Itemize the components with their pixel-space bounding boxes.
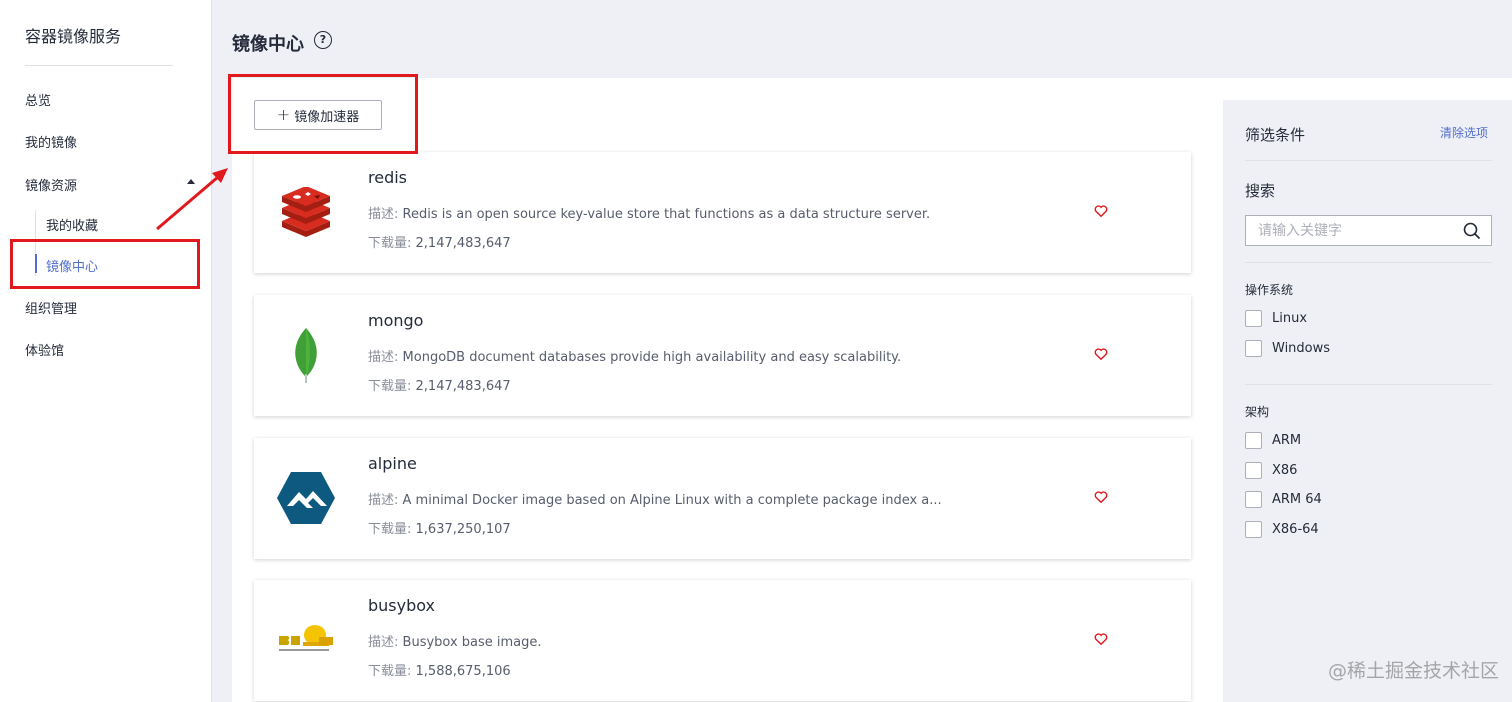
image-card-mongo[interactable]: mongo 描述: MongoDB document databases pro…: [254, 295, 1191, 416]
downloads-count: 2,147,483,647: [415, 379, 511, 394]
search-title: 搜索: [1245, 182, 1276, 200]
sidebar-item-image-resources[interactable]: 镜像资源: [25, 175, 77, 194]
search-icon[interactable]: [1463, 222, 1481, 240]
downloads-label: 下载量:: [368, 664, 412, 679]
sidebar: 容器镜像服务 总览 我的镜像 镜像资源 我的收藏 镜像中心 组织管理 体验馆: [0, 0, 212, 702]
watermark: @稀土掘金技术社区: [1328, 660, 1500, 682]
image-description: 描述: Busybox base image.: [368, 631, 542, 650]
heart-icon[interactable]: [1094, 204, 1108, 218]
option-label: Linux: [1272, 311, 1308, 326]
option-label: ARM: [1272, 433, 1302, 448]
downloads-label: 下载量:: [368, 236, 412, 251]
checkbox[interactable]: [1245, 310, 1262, 327]
option-label: X86: [1272, 463, 1298, 478]
arch-option-arm[interactable]: ARM: [1245, 432, 1301, 449]
image-description: 描述: A minimal Docker image based on Alpi…: [368, 489, 942, 508]
downloads-count: 1,637,250,107: [415, 522, 511, 537]
image-name[interactable]: mongo: [368, 311, 423, 330]
sidebar-item-experience-hall[interactable]: 体验馆: [25, 340, 64, 359]
checkbox[interactable]: [1245, 491, 1262, 508]
help-icon[interactable]: ?: [314, 31, 332, 49]
filter-divider: [1245, 262, 1492, 263]
sidebar-item-organization[interactable]: 组织管理: [25, 298, 77, 317]
downloads-label: 下载量:: [368, 379, 412, 394]
sidebar-divider: [25, 65, 173, 66]
clear-filters-link[interactable]: 清除选项: [1440, 124, 1488, 141]
description-label: 描述:: [368, 493, 399, 508]
description-text: A minimal Docker image based on Alpine L…: [402, 493, 942, 508]
heart-icon[interactable]: [1094, 490, 1108, 504]
os-option-linux[interactable]: Linux: [1245, 310, 1307, 327]
os-option-windows[interactable]: Windows: [1245, 340, 1330, 357]
image-card-redis[interactable]: redis 描述: Redis is an open source key-va…: [254, 152, 1191, 273]
search-box: [1245, 215, 1492, 246]
description-text: MongoDB document databases provide high …: [402, 350, 902, 365]
image-downloads: 下载量: 1,588,675,106: [368, 660, 511, 679]
checkbox[interactable]: [1245, 521, 1262, 538]
page-title: 镜像中心: [232, 34, 304, 55]
alpine-logo-icon: [274, 466, 338, 530]
image-description: 描述: MongoDB document databases provide h…: [368, 346, 901, 365]
image-name[interactable]: alpine: [368, 454, 417, 473]
image-downloads: 下载量: 2,147,483,647: [368, 375, 511, 394]
annotation-box-accelerator: [228, 74, 418, 154]
heart-icon[interactable]: [1094, 632, 1108, 646]
sidebar-item-overview[interactable]: 总览: [25, 90, 51, 109]
image-card-alpine[interactable]: alpine 描述: A minimal Docker image based …: [254, 438, 1191, 559]
option-label: ARM 64: [1272, 492, 1322, 507]
option-label: Windows: [1272, 341, 1331, 356]
image-downloads: 下载量: 1,637,250,107: [368, 518, 511, 537]
description-text: Redis is an open source key-value store …: [402, 207, 931, 222]
image-card-busybox[interactable]: busybox 描述: Busybox base image. 下载量: 1,5…: [254, 580, 1191, 701]
buildroot-logo-icon: [274, 608, 338, 672]
downloads-count: 1,588,675,106: [415, 664, 511, 679]
filter-panel: 筛选条件 清除选项 搜索 操作系统 Linux Windows 架构 ARM X…: [1223, 100, 1512, 702]
sidebar-item-my-images[interactable]: 我的镜像: [25, 132, 77, 151]
filter-title: 筛选条件: [1245, 126, 1306, 144]
heart-icon[interactable]: [1094, 347, 1108, 361]
image-name[interactable]: busybox: [368, 596, 435, 615]
sidebar-title: 容器镜像服务: [25, 27, 122, 46]
checkbox[interactable]: [1245, 462, 1262, 479]
description-text: Busybox base image.: [402, 635, 542, 650]
description-label: 描述:: [368, 207, 399, 222]
option-label: X86-64: [1272, 522, 1319, 537]
mongo-leaf-logo-icon: [274, 323, 338, 387]
filter-divider: [1245, 384, 1492, 385]
image-description: 描述: Redis is an open source key-value st…: [368, 203, 930, 222]
arch-filter-title: 架构: [1245, 405, 1270, 419]
os-filter-title: 操作系统: [1245, 283, 1294, 297]
image-downloads: 下载量: 2,147,483,647: [368, 232, 511, 251]
checkbox[interactable]: [1245, 340, 1262, 357]
description-label: 描述:: [368, 350, 399, 365]
checkbox[interactable]: [1245, 432, 1262, 449]
downloads-label: 下载量:: [368, 522, 412, 537]
arch-option-x86-64[interactable]: X86-64: [1245, 521, 1319, 538]
sidebar-item-my-favorites[interactable]: 我的收藏: [46, 215, 98, 234]
annotation-box-image-center: [10, 239, 200, 289]
description-label: 描述:: [368, 635, 399, 650]
downloads-count: 2,147,483,647: [415, 236, 511, 251]
arch-option-arm64[interactable]: ARM 64: [1245, 491, 1322, 508]
redis-logo-icon: [274, 180, 338, 244]
search-input[interactable]: [1246, 216, 1446, 245]
filter-divider: [1245, 160, 1492, 161]
image-name[interactable]: redis: [368, 168, 407, 187]
annotation-arrow-icon: [156, 168, 228, 231]
arch-option-x86[interactable]: X86: [1245, 462, 1297, 479]
